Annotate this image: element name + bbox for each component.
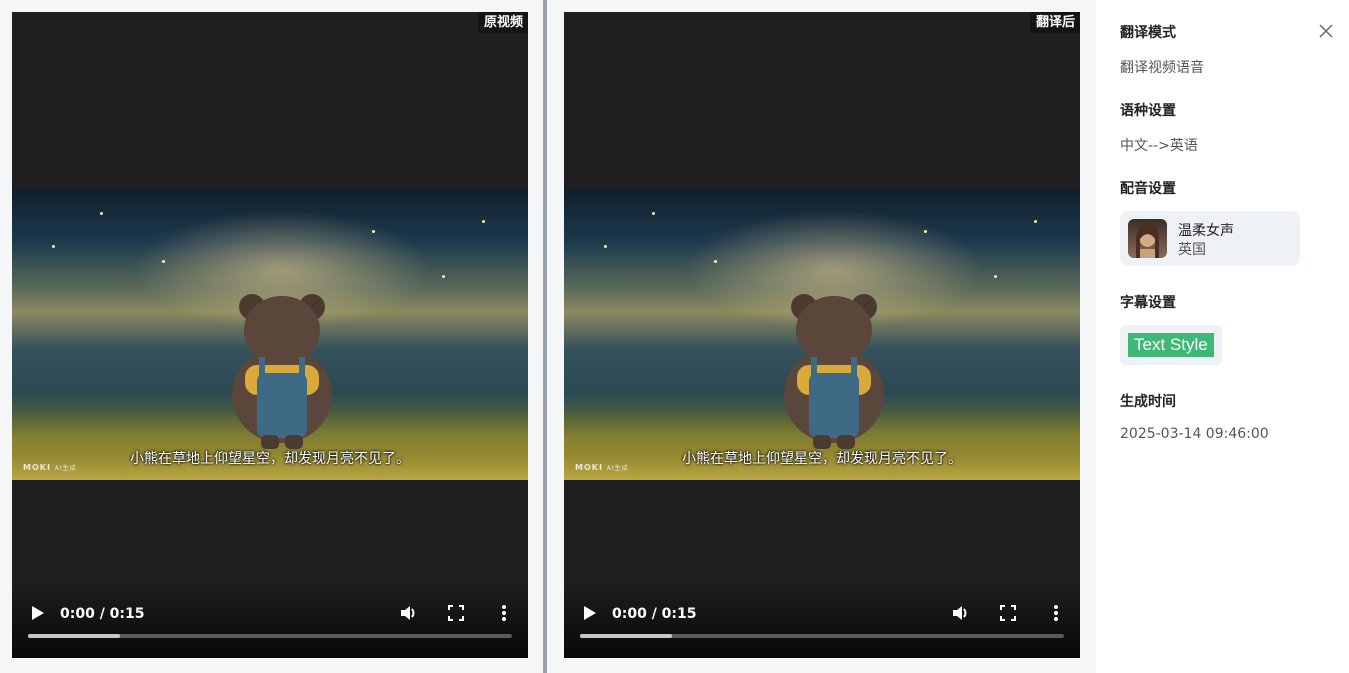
subtitle-style-chip: Text Style (1128, 333, 1214, 357)
star (994, 275, 997, 278)
volume-icon[interactable] (950, 603, 970, 623)
more-vertical-icon[interactable] (1046, 603, 1066, 623)
video-controls: 0:00 / 0:15 (12, 578, 528, 658)
progress-track[interactable] (580, 634, 1064, 638)
video-frame: 小熊在草地上仰望星空，却发现月亮不见了。 MOKI AI生成 (12, 190, 528, 480)
star (100, 212, 103, 215)
play-icon[interactable] (28, 604, 46, 622)
translated-video-tag: 翻译后 (1029, 12, 1080, 33)
star (714, 260, 717, 263)
star (52, 245, 55, 248)
subtitle-style-card[interactable]: Text Style (1120, 325, 1222, 365)
star (652, 212, 655, 215)
avatar (1128, 219, 1167, 258)
mode-value: 翻译视频语音 (1120, 60, 1204, 76)
language-title: 语种设置 (1120, 103, 1176, 119)
close-icon[interactable] (1318, 23, 1334, 39)
video-subtitle: 小熊在草地上仰望星空，却发现月亮不见了。 (130, 451, 410, 467)
voice-region: 英国 (1178, 242, 1206, 258)
voice-name: 温柔女声 (1178, 223, 1234, 239)
star (162, 260, 165, 263)
video-frame: 小熊在草地上仰望星空，却发现月亮不见了。 MOKI AI生成 (564, 190, 1080, 480)
time-title: 生成时间 (1120, 394, 1176, 410)
mode-title: 翻译模式 (1120, 25, 1176, 41)
watermark-logo: MOKI AI生成 (575, 463, 629, 472)
original-video-player[interactable]: 原视频 小熊在草地上仰望星空，却发现月亮不见了。 MOKI AI生成 0:00 … (12, 12, 528, 658)
voice-card[interactable]: 温柔女声 英国 (1120, 211, 1300, 266)
play-icon[interactable] (580, 604, 598, 622)
video-controls: 0:00 / 0:15 (564, 578, 1080, 658)
progress-track[interactable] (28, 634, 512, 638)
progress-fill (28, 634, 120, 638)
original-video-tag: 原视频 (477, 12, 528, 33)
watermark-logo: MOKI AI生成 (23, 463, 77, 472)
fullscreen-icon[interactable] (998, 603, 1018, 623)
star (482, 220, 485, 223)
volume-icon[interactable] (398, 603, 418, 623)
more-vertical-icon[interactable] (494, 603, 514, 623)
voice-title: 配音设置 (1120, 181, 1176, 197)
language-value: 中文-->英语 (1120, 138, 1198, 154)
bear-illustration (784, 294, 884, 449)
subtitle-title: 字幕设置 (1120, 295, 1176, 311)
video-subtitle: 小熊在草地上仰望星空，却发现月亮不见了。 (682, 451, 962, 467)
star (924, 230, 927, 233)
time-display: 0:00 / 0:15 (612, 606, 697, 622)
translated-video-player[interactable]: 翻译后 小熊在草地上仰望星空，却发现月亮不见了。 MOKI AI生成 0:00 … (564, 12, 1080, 658)
time-value: 2025-03-14 09:46:00 (1120, 426, 1269, 442)
bear-illustration (232, 294, 332, 449)
star (604, 245, 607, 248)
time-display: 0:00 / 0:15 (60, 606, 145, 622)
star (1034, 220, 1037, 223)
progress-fill (580, 634, 672, 638)
star (442, 275, 445, 278)
fullscreen-icon[interactable] (446, 603, 466, 623)
star (372, 230, 375, 233)
